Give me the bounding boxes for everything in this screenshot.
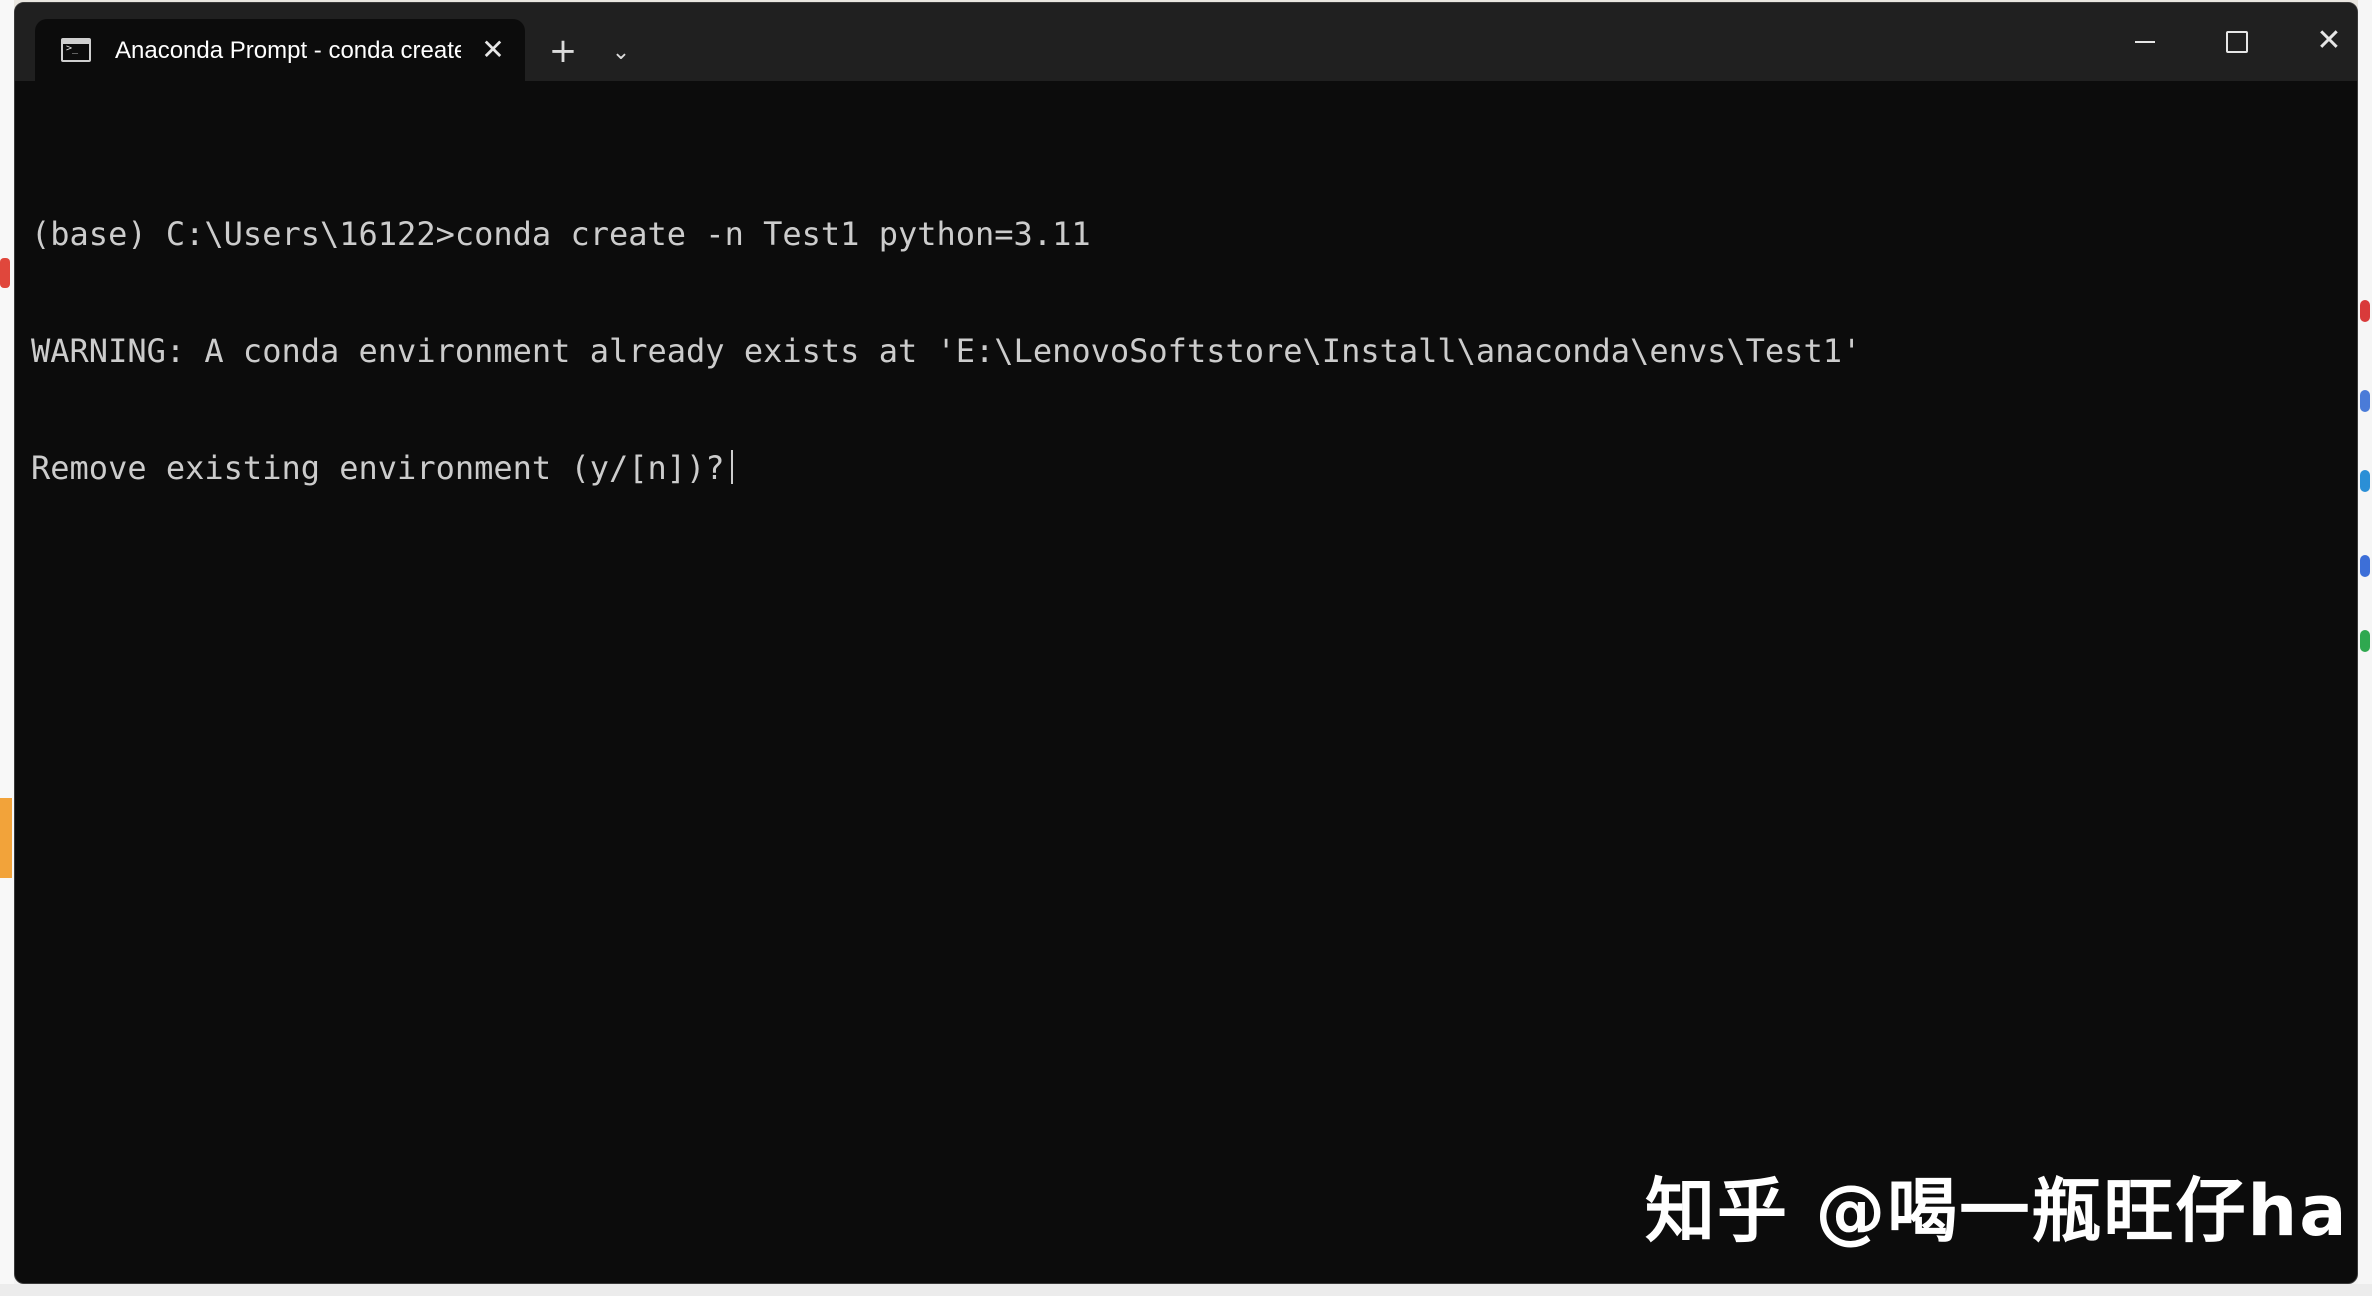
terminal-icon <box>61 38 91 62</box>
desktop-background-right <box>2358 0 2372 1296</box>
background-app-tab <box>0 798 12 878</box>
minimize-icon <box>2135 41 2155 43</box>
background-app-icon <box>2360 555 2370 577</box>
close-icon: ✕ <box>2316 23 2342 58</box>
console-line: Remove existing environment (y/[n])? <box>31 449 725 487</box>
text-cursor <box>730 450 733 484</box>
console-prompt-line[interactable]: Remove existing environment (y/[n])? <box>31 449 2331 488</box>
maximize-button[interactable] <box>2191 3 2283 79</box>
console-line: WARNING: A conda environment already exi… <box>31 332 1862 370</box>
desktop-background-left <box>0 0 14 1296</box>
desktop-background-bottom <box>0 1284 2372 1296</box>
title-bar[interactable]: Anaconda Prompt - conda create -n Test1 … <box>15 3 2357 81</box>
maximize-icon <box>2226 30 2248 53</box>
tab-anaconda-prompt[interactable]: Anaconda Prompt - conda create -n Test1 … <box>35 19 525 81</box>
console-output[interactable]: (base) C:\Users\16122>conda create -n Te… <box>31 137 2331 566</box>
background-app-icon <box>0 258 10 288</box>
plus-icon[interactable]: + <box>537 31 589 75</box>
background-app-icon <box>2360 390 2370 412</box>
minimize-button[interactable] <box>2099 3 2191 79</box>
background-app-icon <box>2360 300 2370 322</box>
close-icon[interactable]: ✕ <box>475 32 511 68</box>
tab-title: Anaconda Prompt - conda create -n Test1 … <box>115 37 461 64</box>
watermark: 知乎 @喝一瓶旺仔ha <box>1645 1170 2349 1252</box>
chevron-down-icon[interactable]: ⌄ <box>597 31 645 75</box>
background-app-icon <box>2360 630 2370 652</box>
background-app-icon <box>2360 470 2370 492</box>
terminal-window: Anaconda Prompt - conda create -n Test1 … <box>14 2 2358 1284</box>
console-line: (base) C:\Users\16122>conda create -n Te… <box>31 215 1091 253</box>
close-button[interactable]: ✕ <box>2283 3 2357 79</box>
